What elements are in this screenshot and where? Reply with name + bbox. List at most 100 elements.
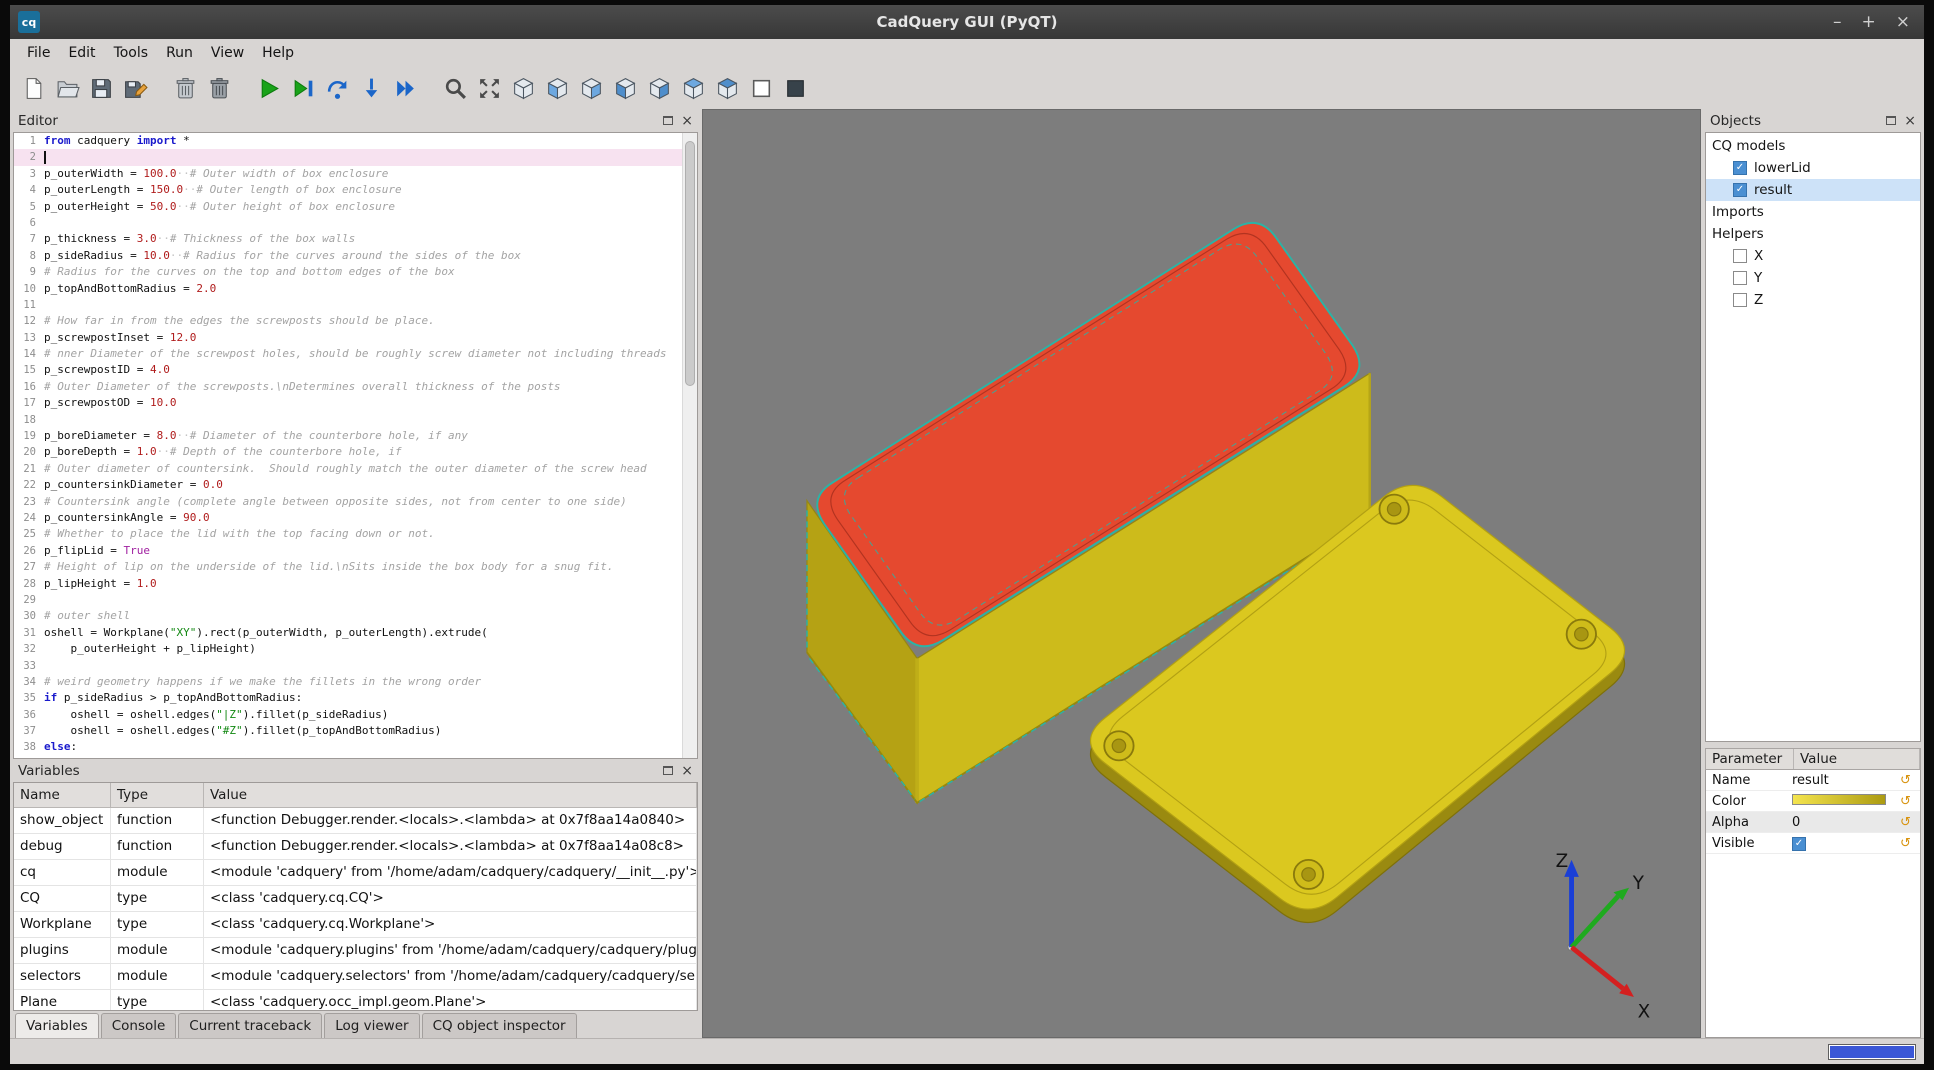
titlebar[interactable]: cq CadQuery GUI (PyQT) – + × <box>10 5 1924 39</box>
code-line-28[interactable]: 28p_lipHeight = 1.0 <box>14 576 697 592</box>
code-line-27[interactable]: 27# Height of lip on the underside of th… <box>14 559 697 575</box>
close-button[interactable]: × <box>1896 14 1910 31</box>
code-line-22[interactable]: 22p_countersinkDiameter = 0.0 <box>14 477 697 493</box>
code-line-13[interactable]: 13p_screwpostInset = 12.0 <box>14 330 697 346</box>
code-line-30[interactable]: 30# outer shell <box>14 608 697 624</box>
param-value[interactable]: ✓ <box>1792 835 1900 851</box>
tab-variables[interactable]: Variables <box>15 1013 99 1038</box>
code-line-31[interactable]: 31oshell = Workplane("XY").rect(p_outerW… <box>14 625 697 641</box>
param-row-alpha[interactable]: Alpha0↺ <box>1706 812 1920 833</box>
tab-current-traceback[interactable]: Current traceback <box>178 1013 322 1038</box>
back-view-icon[interactable] <box>576 72 608 104</box>
code-line-5[interactable]: 5p_outerHeight = 50.0··# Outer height of… <box>14 199 697 215</box>
code-line-10[interactable]: 10p_topAndBottomRadius = 2.0 <box>14 281 697 297</box>
code-line-38[interactable]: 38else: <box>14 739 697 755</box>
code-line-23[interactable]: 23# Countersink angle (complete angle be… <box>14 494 697 510</box>
reset-icon[interactable]: ↺ <box>1900 773 1920 788</box>
code-line-32[interactable]: 32 p_outerHeight + p_lipHeight) <box>14 641 697 657</box>
param-row-name[interactable]: Nameresult↺ <box>1706 770 1920 791</box>
code-line-29[interactable]: 29 <box>14 592 697 608</box>
tree-item-x[interactable]: X <box>1706 245 1920 267</box>
code-line-34[interactable]: 34# weird geometry happens if we make th… <box>14 674 697 690</box>
save-as-icon[interactable] <box>120 72 152 104</box>
code-line-14[interactable]: 14# nner Diameter of the screwpost holes… <box>14 346 697 362</box>
code-line-39[interactable]: 39 oshell = oshell.edges("#Z").fillet(p_… <box>14 756 697 759</box>
column-header-parameter[interactable]: Parameter <box>1706 749 1794 769</box>
code-line-33[interactable]: 33 <box>14 658 697 674</box>
close-panel-icon[interactable]: × <box>681 114 693 128</box>
close-panel-icon[interactable]: × <box>1904 114 1916 128</box>
code-line-9[interactable]: 9# Radius for the curves on the top and … <box>14 264 697 280</box>
maximize-button[interactable]: + <box>1862 14 1876 31</box>
tree-item-lowerlid[interactable]: ✓lowerLid <box>1706 157 1920 179</box>
render-icon[interactable] <box>254 72 286 104</box>
checkbox-y[interactable] <box>1733 271 1747 285</box>
front-view-icon[interactable] <box>542 72 574 104</box>
scrollbar-thumb[interactable] <box>685 141 695 386</box>
float-panel-icon[interactable] <box>663 116 673 125</box>
fit-all-icon[interactable] <box>474 72 506 104</box>
code-line-3[interactable]: 3p_outerWidth = 100.0··# Outer width of … <box>14 166 697 182</box>
editor-scrollbar[interactable] <box>682 133 697 758</box>
code-line-24[interactable]: 24p_countersinkAngle = 90.0 <box>14 510 697 526</box>
tree-group-cq-models[interactable]: CQ models <box>1706 135 1920 157</box>
tree-group-helpers[interactable]: Helpers <box>1706 223 1920 245</box>
param-value[interactable] <box>1792 794 1900 809</box>
reset-icon[interactable]: ↺ <box>1900 815 1920 830</box>
reset-icon[interactable]: ↺ <box>1900 794 1920 809</box>
continue-icon[interactable] <box>390 72 422 104</box>
code-line-35[interactable]: 35if p_sideRadius > p_topAndBottomRadius… <box>14 690 697 706</box>
step-over-icon[interactable] <box>322 72 354 104</box>
code-line-25[interactable]: 25# Whether to place the lid with the to… <box>14 526 697 542</box>
zoom-icon[interactable] <box>440 72 472 104</box>
code-line-6[interactable]: 6 <box>14 215 697 231</box>
delete-icon[interactable] <box>204 72 236 104</box>
code-line-7[interactable]: 7p_thickness = 3.0··# Thickness of the b… <box>14 231 697 247</box>
menu-help[interactable]: Help <box>253 41 303 65</box>
code-line-4[interactable]: 4p_outerLength = 150.0··# Outer length o… <box>14 182 697 198</box>
param-row-color[interactable]: Color↺ <box>1706 791 1920 812</box>
open-file-icon[interactable] <box>52 72 84 104</box>
code-line-20[interactable]: 20p_boreDepth = 1.0··# Depth of the coun… <box>14 444 697 460</box>
code-line-11[interactable]: 11 <box>14 297 697 313</box>
code-line-1[interactable]: 1from cadquery import * <box>14 133 697 149</box>
new-file-icon[interactable] <box>18 72 50 104</box>
variable-row-selectors[interactable]: selectorsmodule<module 'cadquery.selecto… <box>14 964 697 990</box>
iso-view-icon[interactable] <box>508 72 540 104</box>
wireframe-icon[interactable] <box>746 72 778 104</box>
viewport-3d[interactable]: Z Y X <box>702 109 1701 1038</box>
top-view-icon[interactable] <box>678 72 710 104</box>
variable-row-plugins[interactable]: pluginsmodule<module 'cadquery.plugins' … <box>14 938 697 964</box>
visible-checkbox[interactable]: ✓ <box>1792 837 1806 851</box>
tab-console[interactable]: Console <box>101 1013 177 1038</box>
code-line-8[interactable]: 8p_sideRadius = 10.0··# Radius for the c… <box>14 248 697 264</box>
viewport-canvas[interactable]: Z Y X <box>703 110 1700 1037</box>
menu-run[interactable]: Run <box>157 41 202 65</box>
color-swatch[interactable] <box>1792 794 1886 805</box>
code-line-17[interactable]: 17p_screwpostOD = 10.0 <box>14 395 697 411</box>
code-line-16[interactable]: 16# Outer Diameter of the screwposts.\nD… <box>14 379 697 395</box>
code-line-2[interactable]: 2 <box>14 149 697 165</box>
close-panel-icon[interactable]: × <box>681 764 693 778</box>
column-header-name[interactable]: Name <box>14 783 111 808</box>
menu-view[interactable]: View <box>202 41 253 65</box>
menu-file[interactable]: File <box>18 41 59 65</box>
param-value[interactable]: result <box>1792 773 1900 788</box>
column-header-value[interactable]: Value <box>1794 749 1920 769</box>
code-editor[interactable]: 1from cadquery import *23p_outerWidth = … <box>13 132 698 759</box>
code-line-12[interactable]: 12# How far in from the edges the screwp… <box>14 313 697 329</box>
variable-row-debug[interactable]: debugfunction<function Debugger.render.<… <box>14 834 697 860</box>
step-into-icon[interactable] <box>356 72 388 104</box>
variable-row-plane[interactable]: Planetype<class 'cadquery.occ_impl.geom.… <box>14 990 697 1011</box>
code-line-15[interactable]: 15p_screwpostID = 4.0 <box>14 362 697 378</box>
left-view-icon[interactable] <box>610 72 642 104</box>
code-line-19[interactable]: 19p_boreDiameter = 8.0··# Diameter of th… <box>14 428 697 444</box>
code-line-37[interactable]: 37 oshell = oshell.edges("#Z").fillet(p_… <box>14 723 697 739</box>
code-line-26[interactable]: 26p_flipLid = True <box>14 543 697 559</box>
save-icon[interactable] <box>86 72 118 104</box>
shaded-icon[interactable] <box>780 72 812 104</box>
variable-row-cq[interactable]: cqmodule<module 'cadquery' from '/home/a… <box>14 860 697 886</box>
debug-icon[interactable] <box>288 72 320 104</box>
tab-cq-object-inspector[interactable]: CQ object inspector <box>422 1013 577 1038</box>
menu-tools[interactable]: Tools <box>105 41 158 65</box>
